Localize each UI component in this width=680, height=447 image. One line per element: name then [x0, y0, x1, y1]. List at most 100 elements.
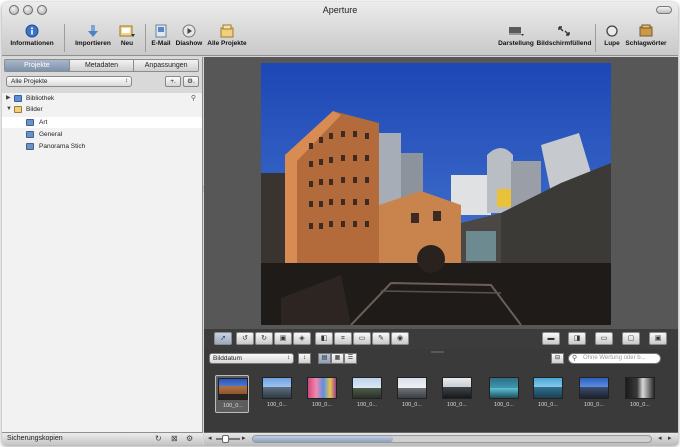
tree-item-bilder[interactable]: ▼ Bilder — [2, 104, 202, 115]
search-icon: ⚲ — [572, 355, 578, 362]
tree-item-library[interactable]: ▶ Bibliothek ⚲ — [2, 93, 202, 104]
vault-icon[interactable]: ⊠ — [171, 434, 178, 443]
tree-item-label: General — [39, 131, 63, 138]
scroll-right-icon[interactable]: ▸ — [668, 434, 672, 442]
project-tree: ▶ Bibliothek ⚲ ▼ Bilder Art General Pano… — [2, 93, 202, 438]
rotate-left-tool-button[interactable]: ↺ — [236, 332, 254, 345]
thumbnail[interactable]: 100_0... — [260, 375, 294, 413]
toolbar-keywords-button[interactable]: Schlagwörter — [618, 24, 674, 47]
lift-tool-button[interactable]: ◈ — [293, 332, 311, 345]
thumbnail-image — [625, 377, 655, 399]
thumbnail-caption: 100_0... — [223, 403, 243, 409]
search-input[interactable]: ⚲ Ohne Wertung oder b... — [568, 353, 661, 364]
tree-item-label: Panorama Stich — [39, 143, 86, 150]
backups-label: Sicherungskopien — [7, 435, 63, 442]
refresh-icon[interactable]: ↻ — [155, 434, 162, 443]
project-actions-button[interactable]: ⚙. — [183, 76, 199, 87]
add-project-button[interactable]: +. — [165, 76, 181, 87]
thumbnail-image — [397, 377, 427, 399]
redeye-tool-button[interactable]: ▭ — [353, 332, 371, 345]
fullscreen-view-button[interactable]: ▣ — [649, 332, 667, 345]
selection-tool-button[interactable]: ➚ — [214, 332, 232, 345]
project-filter-select[interactable]: Alle Projekte ↕ — [6, 76, 132, 87]
folder-icon — [14, 106, 22, 113]
toolbar-all-projects-button[interactable]: Alle Projekte — [199, 24, 255, 47]
thumbnail-caption: 100_0... — [447, 402, 467, 408]
toolbar-info-button[interactable]: Informationen — [4, 24, 60, 47]
sort-select[interactable]: Bilddatum ↕ — [209, 353, 294, 364]
toolbar-new-label: Neu — [120, 40, 134, 47]
thumbnail[interactable]: 100_0... — [623, 375, 657, 413]
popup-arrows-icon: ↕ — [125, 78, 128, 84]
filmstrip-view-button[interactable]: ▤ — [318, 353, 331, 364]
stata-center-photo — [261, 63, 611, 325]
tree-item-panorama[interactable]: Panorama Stich — [2, 141, 202, 152]
info-icon — [25, 24, 39, 38]
zoom-out-icon[interactable]: ◂ — [208, 434, 212, 442]
album-icon — [26, 143, 34, 150]
thumbnail[interactable]: 100_0... — [215, 375, 249, 413]
tab-projects[interactable]: Projekte — [5, 60, 70, 71]
thumbnail-caption: 100_0... — [584, 402, 604, 408]
disclosure-expanded-icon[interactable]: ▼ — [6, 104, 12, 115]
horizontal-scrollbar[interactable] — [252, 435, 652, 443]
query-hud-button[interactable]: ⊟ — [551, 353, 564, 364]
layout-icon — [509, 27, 524, 36]
aperture-window: Aperture Informationen Importieren Neu E… — [2, 2, 678, 445]
thumbnail-size-slider[interactable]: ◂ ▸ — [208, 435, 248, 443]
tab-adjustments[interactable]: Anpassungen — [134, 60, 198, 71]
sort-direction-button[interactable]: ↕ — [298, 353, 311, 364]
brush-tool-button[interactable]: ✎ — [372, 332, 390, 345]
grid-view-button[interactable]: ▦ — [331, 353, 344, 364]
thumbnail-caption: 100_0... — [538, 402, 558, 408]
tree-item-general[interactable]: General — [2, 129, 202, 140]
thumbnail[interactable]: 100_0... — [487, 375, 521, 413]
list-view-button[interactable]: ☰ — [344, 353, 357, 364]
keywords-icon — [639, 24, 653, 37]
tool-strip: ➚ ↺ ↻ ▣ ◈ ◧ ⌗ ▭ ✎ ◉ ▬ ◨ ▭ ▢ ▣ — [204, 329, 678, 349]
thumbnail[interactable]: 100_0... — [395, 375, 429, 413]
disclosure-collapsed-icon[interactable]: ▶ — [6, 93, 11, 104]
thumbnail-image — [489, 377, 519, 399]
split-view-button[interactable]: ◨ — [568, 332, 586, 345]
fullscreen-icon — [558, 26, 570, 36]
thumbnail-caption: 100_0... — [312, 402, 332, 408]
stack-view-button[interactable]: ▭ — [595, 332, 613, 345]
thumbnail-image — [218, 378, 248, 400]
slider-knob[interactable] — [222, 435, 229, 443]
tab-metadata[interactable]: Metadaten — [69, 60, 135, 71]
projects-panel: Projekte Metadaten Anpassungen Alle Proj… — [2, 57, 203, 445]
thumbnail[interactable]: 100_0... — [305, 375, 339, 413]
play-icon — [182, 24, 196, 38]
resize-grip-icon[interactable]: ═══ — [431, 350, 444, 356]
panel-splitter[interactable]: ⋮ — [200, 185, 207, 193]
scroll-left-icon[interactable]: ◂ — [658, 434, 662, 442]
thumbnail-image — [533, 377, 563, 399]
eye-tool-button[interactable]: ◉ — [391, 332, 409, 345]
straighten-tool-button[interactable]: ◧ — [315, 332, 333, 345]
toolbar-toggle-button[interactable] — [656, 6, 672, 14]
stack-tool-button[interactable]: ▣ — [274, 332, 292, 345]
thumbnail[interactable]: 100_0... — [577, 375, 611, 413]
thumbnail-caption: 100_0... — [267, 402, 287, 408]
thumbnail-image — [262, 377, 292, 399]
thumbnail[interactable]: 100_0... — [440, 375, 474, 413]
thumbnail-image — [352, 377, 382, 399]
main-photo[interactable] — [261, 63, 611, 325]
search-icon[interactable]: ⚲ — [191, 93, 196, 104]
thumbnail[interactable]: 100_0... — [350, 375, 384, 413]
single-view-button[interactable]: ▢ — [622, 332, 640, 345]
gear-icon[interactable]: ⚙ — [186, 434, 193, 443]
thumbnail[interactable]: 100_0... — [531, 375, 565, 413]
scrollbar-thumb[interactable] — [253, 436, 393, 442]
crop-tool-button[interactable]: ⌗ — [334, 332, 352, 345]
tree-item-art[interactable]: Art — [2, 117, 202, 128]
title-toolbar: Aperture Informationen Importieren Neu E… — [2, 2, 678, 56]
zoom-in-icon[interactable]: ▸ — [242, 434, 246, 442]
rotate-right-tool-button[interactable]: ↻ — [255, 332, 273, 345]
viewer-mode-button[interactable]: ▬ — [542, 332, 560, 345]
image-viewer: ⋮ — [200, 57, 678, 329]
thumbnail-strip: 100_0... 100_0... 100_0... 100_0... 100_… — [204, 370, 678, 420]
project-filter-row: Alle Projekte ↕ +. ⚙. — [6, 76, 199, 88]
thumbnail-caption: 100_0... — [494, 402, 514, 408]
